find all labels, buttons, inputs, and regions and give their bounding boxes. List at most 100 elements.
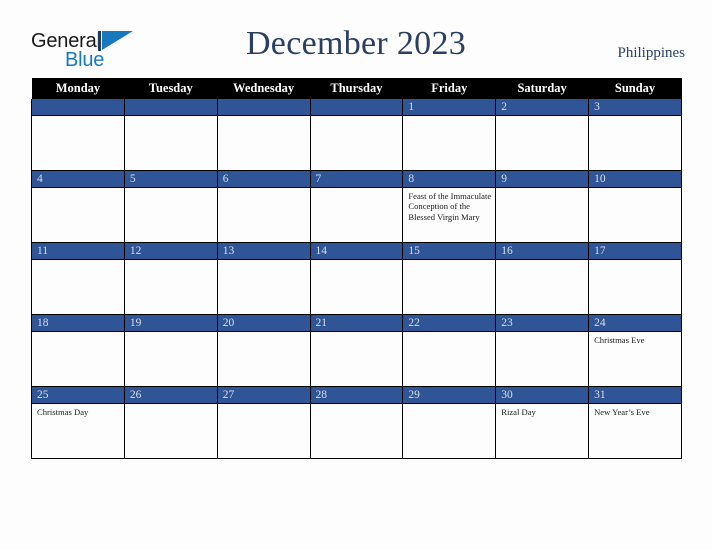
day-cell[interactable]: 10 bbox=[588, 170, 682, 243]
day-cell[interactable]: 21 bbox=[309, 314, 404, 387]
day-cell[interactable]: 27 bbox=[216, 386, 311, 459]
day-number: 31 bbox=[589, 387, 681, 404]
weekday-header-wednesday: Wednesday bbox=[217, 78, 311, 99]
calendar-body: 1 2 3 4 5 6 7 8 Feast of the Immaculate C… bbox=[31, 99, 682, 459]
day-number: 16 bbox=[496, 243, 589, 260]
day-cell[interactable]: 18 bbox=[31, 314, 125, 387]
day-cell[interactable]: 22 bbox=[402, 314, 497, 387]
day-cell[interactable]: 16 bbox=[495, 242, 590, 315]
day-event bbox=[403, 332, 495, 335]
day-cell[interactable]: 9 bbox=[495, 170, 590, 243]
day-cell[interactable]: 19 bbox=[123, 314, 218, 387]
weekday-header-row: Monday Tuesday Wednesday Thursday Friday… bbox=[31, 78, 682, 99]
page-header: General Blue December 2023 Philippines bbox=[0, 0, 712, 78]
weekday-header-sunday: Sunday bbox=[588, 78, 682, 99]
day-event bbox=[496, 332, 588, 335]
day-cell[interactable]: 26 bbox=[123, 386, 218, 459]
day-cell[interactable] bbox=[216, 99, 311, 171]
calendar-page: General Blue December 2023 Philippines M… bbox=[0, 0, 712, 550]
day-number: 23 bbox=[496, 315, 589, 332]
day-cell[interactable]: 5 bbox=[123, 170, 218, 243]
day-number: 8 bbox=[403, 171, 496, 188]
day-event bbox=[496, 188, 588, 191]
day-number: 19 bbox=[124, 315, 217, 332]
day-number: 29 bbox=[403, 387, 496, 404]
day-number: 24 bbox=[589, 315, 681, 332]
day-event bbox=[403, 260, 495, 263]
day-event bbox=[218, 116, 310, 119]
day-event bbox=[218, 332, 310, 335]
day-event bbox=[218, 188, 310, 191]
day-event bbox=[311, 116, 403, 119]
day-event: Feast of the Immaculate Conception of th… bbox=[408, 191, 492, 222]
day-cell[interactable]: 3 bbox=[588, 99, 682, 171]
day-cell[interactable]: 23 bbox=[495, 314, 590, 387]
calendar-week-row: 25 Christmas Day 26 27 28 29 30 Rizal Day … bbox=[31, 386, 682, 459]
day-event: New Year’s Eve bbox=[594, 407, 650, 417]
day-cell[interactable]: 30 Rizal Day bbox=[495, 386, 590, 459]
day-event bbox=[218, 260, 310, 263]
day-number: 4 bbox=[32, 171, 124, 188]
day-number: 3 bbox=[589, 99, 681, 116]
day-cell[interactable]: 15 bbox=[402, 242, 497, 315]
weekday-header-friday: Friday bbox=[402, 78, 496, 99]
day-cell[interactable]: 4 bbox=[31, 170, 125, 243]
day-event: Rizal Day bbox=[501, 407, 536, 417]
weekday-header-thursday: Thursday bbox=[310, 78, 403, 99]
day-cell[interactable]: 8 Feast of the Immaculate Conception of t… bbox=[402, 170, 497, 243]
weekday-header-tuesday: Tuesday bbox=[124, 78, 218, 99]
day-cell[interactable]: 20 bbox=[216, 314, 311, 387]
day-number: 17 bbox=[589, 243, 681, 260]
day-event bbox=[403, 116, 495, 119]
day-cell[interactable] bbox=[123, 99, 218, 171]
day-cell[interactable]: 25 Christmas Day bbox=[31, 386, 125, 459]
day-cell[interactable]: 29 bbox=[402, 386, 497, 459]
day-cell[interactable]: 11 bbox=[31, 242, 125, 315]
day-cell[interactable]: 2 bbox=[495, 99, 590, 171]
day-event bbox=[496, 260, 588, 263]
month-calendar: Monday Tuesday Wednesday Thursday Friday… bbox=[31, 78, 682, 459]
day-cell[interactable]: 28 bbox=[309, 386, 404, 459]
day-cell[interactable] bbox=[31, 99, 125, 171]
day-number: 14 bbox=[310, 243, 403, 260]
day-cell[interactable]: 13 bbox=[216, 242, 311, 315]
day-event: Christmas Day bbox=[37, 407, 89, 417]
day-cell[interactable]: 6 bbox=[216, 170, 311, 243]
day-number: 13 bbox=[217, 243, 310, 260]
day-event bbox=[589, 260, 681, 263]
day-event bbox=[125, 260, 217, 263]
day-event bbox=[311, 332, 403, 335]
day-number: 15 bbox=[403, 243, 496, 260]
day-number: 26 bbox=[124, 387, 217, 404]
day-number: 28 bbox=[310, 387, 403, 404]
day-cell[interactable]: 17 bbox=[588, 242, 682, 315]
day-number: 18 bbox=[32, 315, 124, 332]
day-number: 22 bbox=[403, 315, 496, 332]
day-number: 20 bbox=[217, 315, 310, 332]
calendar-week-row: 4 5 6 7 8 Feast of the Immaculate Concept… bbox=[31, 170, 682, 243]
page-title: December 2023 bbox=[245, 25, 467, 62]
day-event bbox=[32, 260, 124, 263]
day-cell[interactable]: 7 bbox=[309, 170, 404, 243]
weekday-header-monday: Monday bbox=[31, 78, 125, 99]
day-number bbox=[32, 99, 124, 116]
day-number: 12 bbox=[124, 243, 217, 260]
day-cell[interactable]: 12 bbox=[123, 242, 218, 315]
day-event bbox=[125, 116, 217, 119]
calendar-week-row: 11 12 13 14 15 16 17 bbox=[31, 242, 682, 315]
day-event bbox=[125, 188, 217, 191]
day-number bbox=[217, 99, 310, 116]
day-event bbox=[218, 404, 310, 407]
day-number: 2 bbox=[496, 99, 589, 116]
day-event bbox=[311, 260, 403, 263]
day-cell[interactable]: 1 bbox=[402, 99, 497, 171]
day-cell[interactable] bbox=[309, 99, 404, 171]
day-number: 9 bbox=[496, 171, 589, 188]
weekday-header-saturday: Saturday bbox=[495, 78, 589, 99]
day-number: 7 bbox=[310, 171, 403, 188]
day-cell[interactable]: 14 bbox=[309, 242, 404, 315]
day-number bbox=[124, 99, 217, 116]
day-cell[interactable]: 24 Christmas Eve bbox=[588, 314, 682, 387]
calendar-week-row: 18 19 20 21 22 23 24 Christmas Eve bbox=[31, 314, 682, 387]
day-cell[interactable]: 31 New Year’s Eve bbox=[588, 386, 682, 459]
